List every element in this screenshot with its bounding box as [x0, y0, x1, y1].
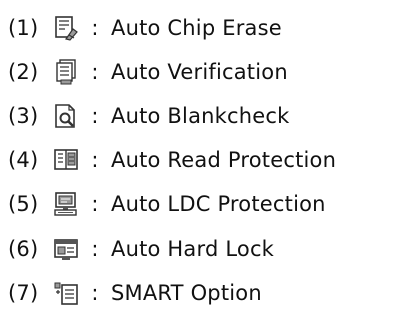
item-number: (4) [8, 148, 39, 172]
item-number: (3) [8, 104, 39, 128]
separator-colon: : [91, 16, 99, 40]
item-label: Auto Verification [111, 60, 288, 84]
separator-colon: : [91, 60, 99, 84]
legend-item-auto-ldc-protection: (5) : Auto LDC Protection [8, 184, 326, 224]
item-label: Auto Blankcheck [111, 104, 290, 128]
auto-read-protection-icon [53, 147, 79, 173]
auto-verification-icon [53, 59, 79, 85]
legend-item-auto-chip-erase: (1) : Auto Chip Erase [8, 8, 282, 48]
item-label: Auto LDC Protection [111, 192, 326, 216]
separator-colon: : [91, 148, 99, 172]
separator-colon: : [91, 192, 99, 216]
item-label: SMART Option [111, 281, 262, 305]
separator-colon: : [91, 281, 99, 305]
auto-ldc-protection-icon [53, 191, 79, 217]
separator-colon: : [91, 104, 99, 128]
auto-hard-lock-icon [53, 236, 79, 262]
item-number: (1) [8, 16, 39, 40]
item-number: (2) [8, 60, 39, 84]
item-label: Auto Hard Lock [111, 237, 275, 261]
item-label: Auto Chip Erase [111, 16, 282, 40]
item-number: (7) [8, 281, 39, 305]
legend-item-auto-hard-lock: (6) : Auto Hard Lock [8, 229, 274, 269]
item-number: (5) [8, 192, 39, 216]
separator-colon: : [91, 237, 99, 261]
legend-item-auto-verification: (2) : Auto Verification [8, 52, 288, 92]
item-label: Auto Read Protection [111, 148, 337, 172]
legend-item-smart-option: (7) : SMART Option [8, 273, 262, 313]
legend-item-auto-blankcheck: (3) : Auto Blankcheck [8, 96, 290, 136]
auto-chip-erase-icon [53, 15, 79, 41]
auto-blankcheck-icon [53, 103, 79, 129]
item-number: (6) [8, 237, 39, 261]
smart-option-icon [53, 280, 79, 306]
legend-item-auto-read-protection: (4) : Auto Read Protection [8, 140, 336, 180]
